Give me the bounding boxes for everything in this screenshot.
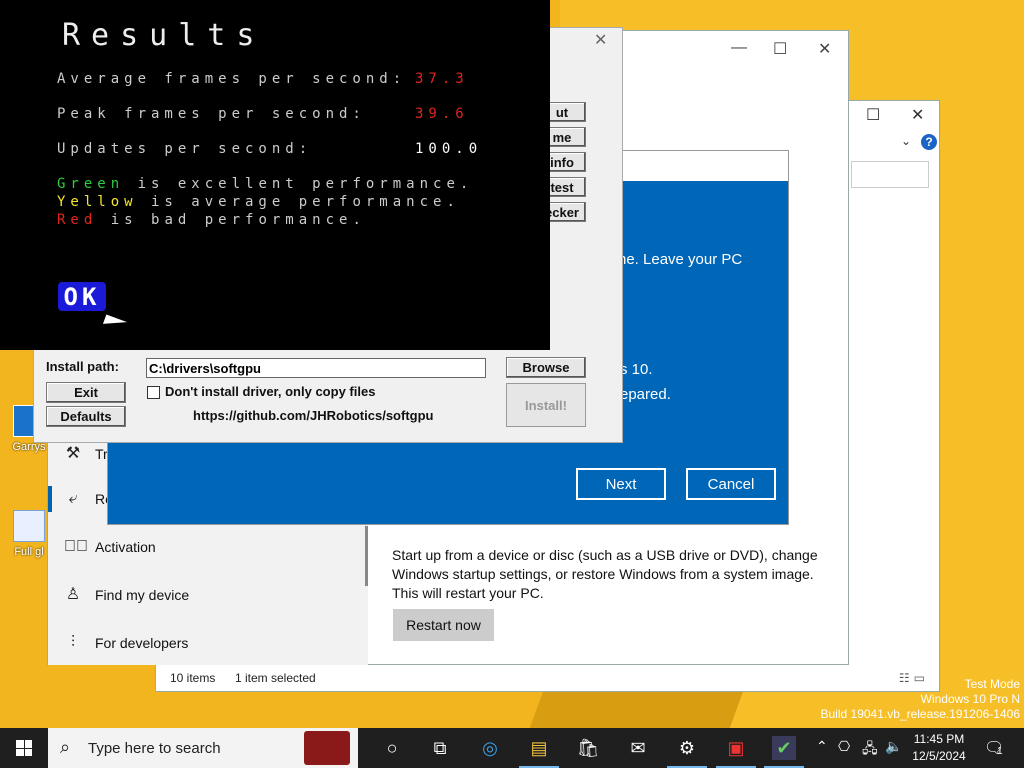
install-button[interactable]: Install! — [506, 383, 586, 427]
legend-yellow-text: is average performance. — [137, 194, 460, 210]
close-icon[interactable]: ✕ — [594, 30, 607, 50]
updates-label: Updates per second: — [57, 141, 313, 157]
install-path-label: Install path: — [46, 359, 119, 374]
updates-value: 100.0 — [415, 141, 483, 157]
clock-date: 12/5/2024 — [912, 749, 966, 763]
search-box[interactable] — [851, 161, 929, 188]
legend-red: Red is bad performance. — [57, 212, 366, 228]
volume-muted-icon[interactable]: 🔈 — [885, 738, 902, 755]
next-button[interactable]: Next — [576, 468, 666, 500]
legend-green-word: Green — [57, 176, 125, 192]
nav-item-label: For developers — [95, 635, 189, 651]
softgpu-installer-icon[interactable]: ✔ — [772, 736, 796, 760]
restart-now-button[interactable]: Restart now — [393, 609, 494, 641]
windows-logo-icon — [16, 740, 32, 756]
nav-item-activation[interactable]: ✓⃝ Activation — [48, 524, 368, 570]
dialog-text-line: s 10. — [620, 361, 653, 378]
maximize-icon[interactable]: ☐ — [773, 39, 787, 59]
dialog-text-line: epared. — [620, 386, 671, 403]
item-count: 10 items — [170, 671, 216, 685]
nav-scrollbar[interactable] — [365, 526, 368, 586]
cancel-button[interactable]: Cancel — [686, 468, 776, 500]
defaults-button[interactable]: Defaults — [46, 406, 126, 427]
legend-yellow: Yellow is average performance. — [57, 194, 460, 210]
developers-icon: ⫶ — [70, 634, 75, 651]
clock-time: 11:45 PM — [913, 732, 965, 746]
search-icon: ⌕ — [60, 737, 71, 757]
selection-count: 1 item selected — [235, 671, 316, 685]
mouse-cursor-icon — [102, 314, 128, 332]
advanced-startup-description: Start up from a device or disc (such as … — [392, 547, 818, 601]
cortana-icon[interactable]: ○ — [380, 736, 404, 760]
file-explorer-icon[interactable]: ▤ — [527, 736, 551, 760]
legend-green: Green is excellent performance. — [57, 176, 473, 192]
find-device-icon: ♙ — [65, 586, 81, 603]
peak-fps-value: 39.6 — [415, 106, 469, 122]
start-button[interactable] — [0, 728, 48, 768]
system-clock[interactable]: 11:45 PM 12/5/2024 — [904, 731, 974, 765]
search-placeholder: Type here to search — [88, 740, 221, 757]
copy-only-checkbox[interactable] — [147, 386, 160, 399]
network-icon[interactable]: 🖧 — [862, 738, 878, 762]
test-mode-watermark: Test Mode Windows 10 Pro N Build 19041.v… — [821, 677, 1021, 722]
nav-item-label: Tr — [95, 446, 108, 462]
minimize-icon[interactable]: — — [731, 39, 747, 57]
close-icon[interactable]: ✕ — [911, 105, 924, 125]
task-view-icon[interactable]: ⧉ — [428, 736, 452, 760]
application-icon — [13, 510, 45, 542]
watermark-line: Test Mode — [964, 677, 1020, 691]
taskbar-search[interactable]: ⌕ Type here to search — [48, 728, 358, 768]
notification-count: 1 — [997, 746, 1003, 757]
dialog-text-line: ne. Leave your PC — [618, 251, 743, 268]
nav-item-label: Activation — [95, 539, 156, 555]
results-title: Results — [62, 18, 266, 53]
search-highlight-fireplace-icon[interactable] — [304, 731, 350, 765]
benchmark-results-window: Results Average frames per second: 37.3 … — [0, 0, 550, 350]
edge-icon[interactable]: ◎ — [478, 736, 502, 760]
legend-red-text: is bad performance. — [97, 212, 366, 228]
help-icon[interactable]: ? — [921, 134, 937, 150]
desktop-icon-label: Full gl — [14, 546, 44, 558]
settings-gear-icon[interactable]: ⚙ — [675, 736, 699, 760]
legend-yellow-word: Yellow — [57, 194, 138, 210]
recovery-icon: ⤶ — [68, 490, 78, 507]
nav-item-label: Find my device — [95, 587, 190, 603]
close-icon[interactable]: ✕ — [818, 39, 831, 59]
legend-red-word: Red — [57, 212, 98, 228]
nav-item-for-developers[interactable]: ⫶ For developers — [48, 620, 368, 666]
mail-icon[interactable]: ✉ — [626, 736, 650, 760]
peak-fps-label: Peak frames per second: — [57, 106, 366, 122]
avg-fps-value: 37.3 — [415, 71, 469, 87]
avg-fps-label: Average frames per second: — [57, 71, 407, 87]
wrench-icon: ⚒ — [65, 445, 81, 462]
ok-button[interactable]: OK — [56, 280, 108, 313]
nav-item-find-my-device[interactable]: ♙ Find my device — [48, 572, 368, 618]
activation-icon: ✓⃝ — [64, 538, 88, 555]
watermark-line: Windows 10 Pro N — [920, 692, 1020, 706]
copy-only-label: Don't install driver, only copy files — [165, 384, 376, 399]
store-icon[interactable]: 🛍 — [576, 736, 600, 760]
project-url[interactable]: https://github.com/JHRobotics/softgpu — [193, 408, 433, 423]
benchmark-app-icon[interactable]: ▣ — [724, 736, 748, 760]
install-path-input[interactable] — [146, 358, 486, 378]
chevron-down-icon[interactable]: ⌄ — [901, 134, 911, 148]
browse-button[interactable]: Browse — [506, 357, 586, 378]
exit-button[interactable]: Exit — [46, 382, 126, 403]
watermark-line: Build 19041.vb_release.191206-1406 — [820, 707, 1021, 721]
taskbar: ⌕ Type here to search ○ ⧉ ◎ ▤ 🛍 ✉ ⚙ ▣ ✔ … — [0, 728, 1024, 768]
maximize-icon[interactable]: ☐ — [866, 105, 880, 125]
chevron-up-icon[interactable]: ⌃ — [816, 738, 828, 755]
legend-green-text: is excellent performance. — [124, 176, 474, 192]
device-icon[interactable]: ⎔ — [838, 738, 850, 755]
